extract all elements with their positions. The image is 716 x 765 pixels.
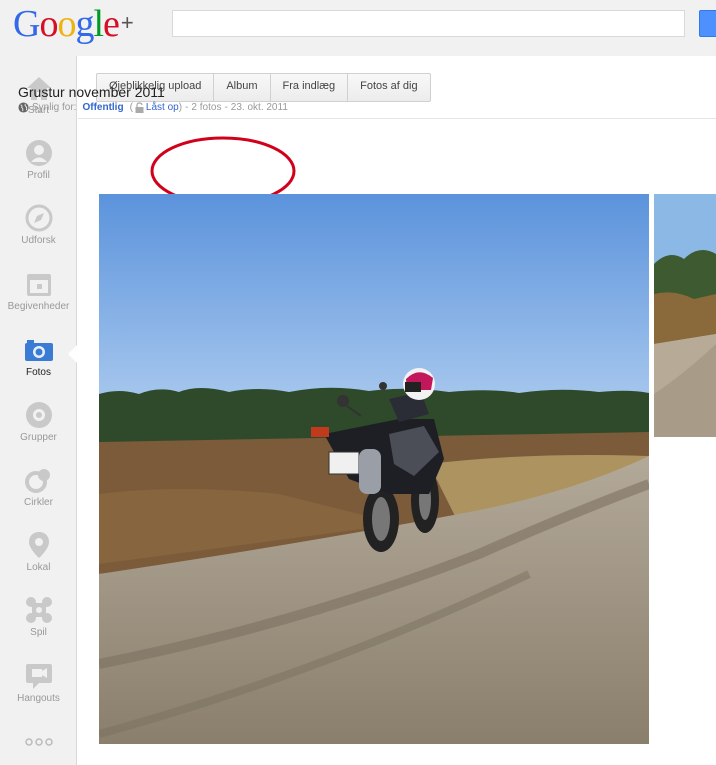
motorcycle-photo [99, 194, 649, 744]
nav-label: Fotos [25, 367, 51, 378]
landscape-photo [654, 194, 716, 437]
logo-letter: g [75, 3, 94, 45]
location-pin-icon [28, 532, 49, 558]
groups-icon [25, 402, 52, 428]
logo-letter: l [93, 3, 104, 45]
nav-item-fotos[interactable]: Fotos [0, 336, 77, 396]
nav-item-profil[interactable]: Profil [0, 139, 77, 199]
nav-item-cirkler[interactable]: Cirkler [0, 466, 77, 526]
nav-item-spil[interactable]: Spil [0, 596, 77, 656]
nav-label: Lokal [26, 562, 51, 573]
logo-letter: o [57, 3, 76, 45]
camera-icon [24, 340, 53, 361]
profile-icon [25, 140, 52, 166]
lock-icon [135, 102, 144, 113]
nav-label: Profil [27, 170, 50, 181]
app-root: Google+ Start Profil Udforsk Begivenhede… [0, 0, 716, 765]
calendar-icon [26, 274, 51, 296]
album-date: 23. okt. 2011 [230, 102, 288, 113]
nav-item-begivenheder[interactable]: Begivenheder [0, 270, 77, 330]
paren-close: ) [178, 102, 183, 113]
games-icon [25, 597, 52, 623]
nav-item-more[interactable] [0, 736, 77, 765]
nav-item-grupper[interactable]: Grupper [0, 401, 77, 461]
active-nav-pointer [68, 345, 77, 363]
logo-plus: + [120, 10, 134, 35]
nav-item-hangouts[interactable]: Hangouts [0, 662, 77, 722]
tab-photos-of-you[interactable]: Fotos af dig [347, 74, 429, 101]
nav-label: Cirkler [24, 497, 53, 508]
visibility-link[interactable]: Offentlig [82, 102, 123, 113]
album-meta: Synlig for: Offentlig ( Låst op ) - 2 fo… [18, 102, 288, 113]
paren-open: ( [129, 102, 133, 113]
globe-icon [18, 102, 29, 113]
album-title: Grustur november 2011 [18, 84, 165, 100]
album-photo-2[interactable] [654, 194, 716, 437]
compass-icon [25, 204, 52, 232]
hangouts-icon [25, 664, 52, 689]
nav-label: Hangouts [17, 693, 60, 704]
top-bar: Google+ [0, 0, 716, 56]
more-dots-icon [24, 738, 53, 746]
logo-letter: o [39, 3, 58, 45]
tab-from-posts[interactable]: Fra indlæg [269, 74, 348, 101]
nav-label: Begivenheder [7, 301, 70, 312]
nav-label: Grupper [20, 432, 57, 443]
lock-status-link[interactable]: Låst op [146, 102, 179, 113]
visibility-label: Synlig for: [32, 102, 77, 113]
circles-icon [24, 469, 50, 493]
tab-album[interactable]: Album [213, 74, 269, 101]
left-navigation: Start Profil Udforsk Begivenheder Fotos … [0, 56, 77, 765]
search-input[interactable] [172, 10, 685, 37]
google-plus-logo[interactable]: Google+ [13, 1, 134, 46]
logo-letter: G [13, 3, 40, 45]
separator: - [224, 102, 228, 113]
photo-count: 2 fotos [191, 102, 222, 113]
nav-item-udforsk[interactable]: Udforsk [0, 204, 77, 264]
album-photo[interactable] [99, 194, 649, 744]
logo-letter: e [103, 3, 120, 45]
nav-label: Spil [30, 627, 47, 638]
separator: - [185, 102, 189, 113]
search-button[interactable] [699, 10, 716, 37]
nav-label: Udforsk [21, 235, 56, 246]
nav-item-lokal[interactable]: Lokal [0, 531, 77, 591]
